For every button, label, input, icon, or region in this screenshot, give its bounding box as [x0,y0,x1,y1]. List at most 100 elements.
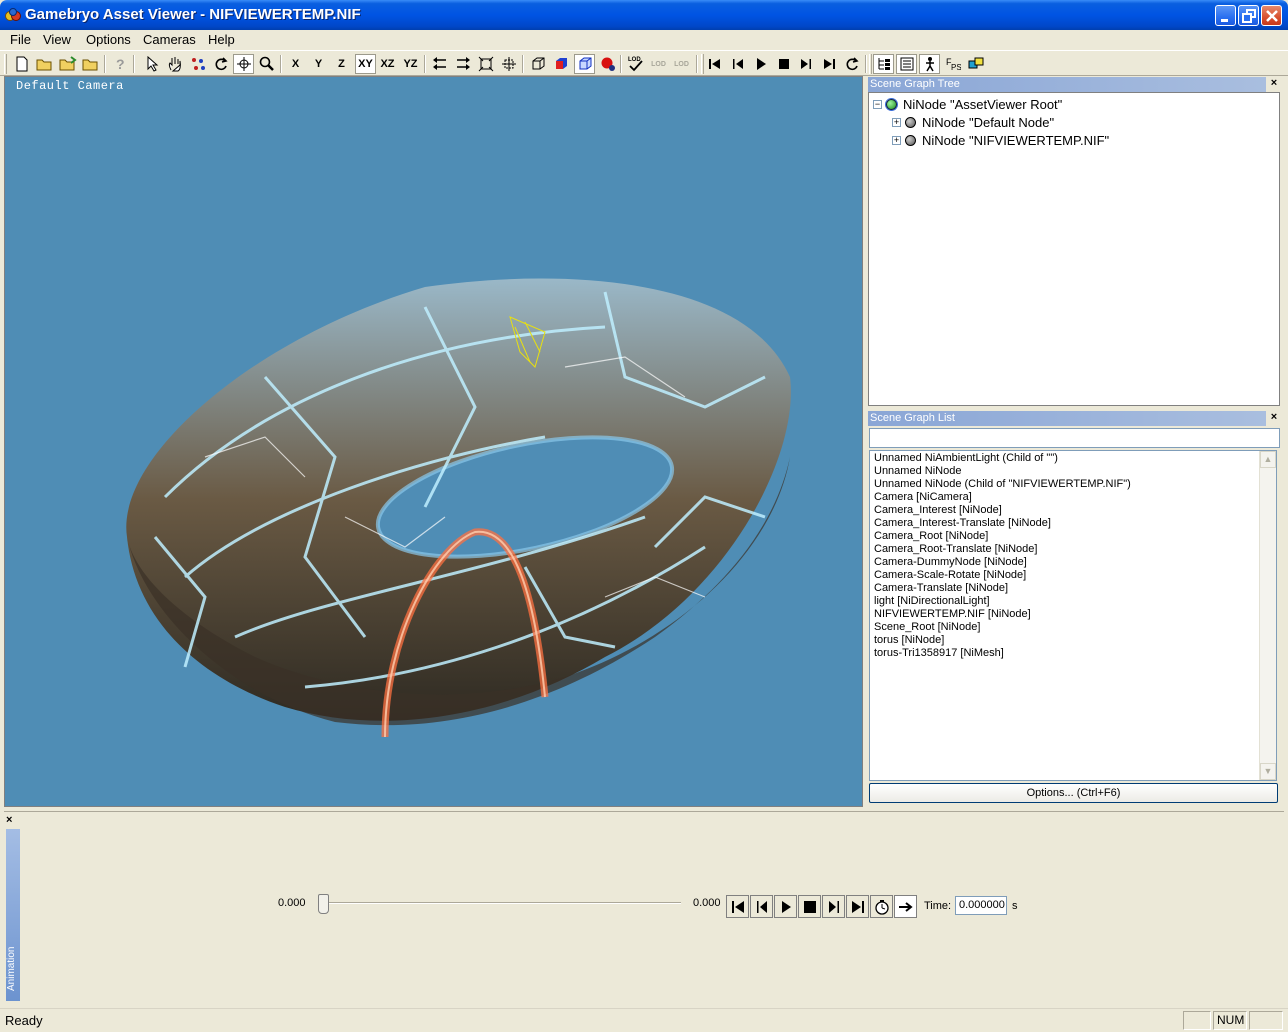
scene-list-toggle-button[interactable] [896,54,917,74]
menu-options[interactable]: Options [86,32,131,47]
title-bar[interactable]: Gamebryo Asset Viewer - NIFVIEWERTEMP.NI… [0,0,1288,30]
menu-file[interactable]: File [10,32,31,47]
wireframe-button[interactable] [527,54,548,74]
anim-last-frame-button[interactable] [846,895,869,918]
open-merge-button[interactable] [57,54,78,74]
rotate-tool-button[interactable] [210,54,231,74]
anim-stop-button[interactable] [798,895,821,918]
scene-tree-toggle-button[interactable] [873,54,894,74]
menu-view[interactable]: View [43,32,71,47]
list-scrollbar[interactable]: ▲ ▼ [1259,451,1276,780]
next-camera-button[interactable] [452,54,473,74]
scene-graph-list-close-button[interactable]: × [1267,411,1281,425]
anim-sync-button[interactable] [894,895,917,918]
scene-graph-tree-close-button[interactable]: × [1267,77,1281,91]
toolbar-grip[interactable] [869,54,872,74]
anim-first-frame-button[interactable] [726,895,749,918]
list-item[interactable]: Camera [NiCamera] [874,491,972,504]
translate-tool-button[interactable] [233,54,254,74]
list-item[interactable]: Camera-Translate [NiNode] [874,582,1008,595]
pan-tool-button[interactable] [164,54,185,74]
anim-prev-frame-button[interactable] [750,895,773,918]
help-button[interactable]: ? [109,54,130,74]
menu-help[interactable]: Help [208,32,235,47]
expand-icon[interactable]: + [892,136,901,145]
go-start-button[interactable] [704,54,725,74]
solid-shading-button[interactable] [550,54,571,74]
list-item[interactable]: torus [NiNode] [874,634,944,647]
minimize-button[interactable] [1215,5,1236,26]
list-item[interactable]: Camera_Interest-Translate [NiNode] [874,517,1051,530]
axis-z-button[interactable]: Z [331,54,352,74]
zoom-tool-button[interactable] [256,54,277,74]
bounding-box-button[interactable] [574,54,595,74]
list-item[interactable]: Unnamed NiAmbientLight (Child of "") [874,452,1058,465]
list-item[interactable]: Camera_Root [NiNode] [874,530,988,543]
lod-auto-button[interactable]: LOD [625,54,646,74]
anim-next-frame-button[interactable] [822,895,845,918]
list-item[interactable]: Scene_Root [NiNode] [874,621,980,634]
open-file-button[interactable] [34,54,55,74]
lighting-button[interactable] [597,54,618,74]
list-item[interactable]: Unnamed NiNode [874,465,961,478]
loop-button[interactable] [841,54,862,74]
step-back-button[interactable] [727,54,748,74]
tree-node-root[interactable]: − NiNode "AssetViewer Root" [873,97,1062,112]
scene-list-filter-input[interactable] [869,428,1280,448]
settings-button[interactable] [965,54,986,74]
list-item[interactable]: Camera-Scale-Rotate [NiNode] [874,569,1026,582]
fps-button[interactable]: F PS [942,54,963,74]
new-file-button[interactable] [11,54,32,74]
maximize-button[interactable] [1238,5,1259,26]
prev-camera-button[interactable] [429,54,450,74]
app-icon[interactable] [5,7,21,23]
scene-graph-list[interactable]: Unnamed NiAmbientLight (Child of "") Unn… [869,450,1277,781]
list-item[interactable]: Unnamed NiNode (Child of "NIFVIEWERTEMP.… [874,478,1131,491]
list-item[interactable]: NIFVIEWERTEMP.NIF [NiNode] [874,608,1031,621]
render-viewport[interactable]: Default Camera [4,76,863,807]
options-button[interactable]: Options... (Ctrl+F6) [869,783,1278,803]
play-button[interactable] [750,54,771,74]
zoom-extents-button[interactable] [475,54,496,74]
plane-xz-button[interactable]: XZ [377,54,398,74]
scroll-up-icon[interactable]: ▲ [1260,451,1276,468]
lod-increase-button[interactable]: LOD [648,54,669,74]
tree-node-default[interactable]: + NiNode "Default Node" [892,115,1054,130]
animation-panel-tab[interactable]: Animation [6,829,20,1001]
plane-xy-button[interactable]: XY [355,54,376,74]
tree-node-nif[interactable]: + NiNode "NIFVIEWERTEMP.NIF" [892,133,1109,148]
svg-text:LOD: LOD [628,57,641,63]
select-tool-button[interactable] [141,54,162,74]
anim-realtime-button[interactable] [870,895,893,918]
expand-icon[interactable]: + [892,118,901,127]
collapse-icon[interactable]: − [873,100,882,109]
scene-graph-tree[interactable]: − NiNode "AssetViewer Root" + NiNode "De… [868,92,1280,406]
select-points-button[interactable] [187,54,208,74]
toolbar-grip[interactable] [4,54,7,74]
animation-toggle-button[interactable] [919,54,940,74]
time-input[interactable]: 0.000000 [955,896,1007,915]
scroll-down-icon[interactable]: ▼ [1260,763,1276,780]
close-button[interactable] [1261,5,1282,26]
lod-decrease-button[interactable]: LOD [671,54,692,74]
menu-cameras[interactable]: Cameras [143,32,196,47]
axis-x-button[interactable]: X [285,54,306,74]
list-item[interactable]: torus-Tri1358917 [NiMesh] [874,647,1004,660]
axis-y-button[interactable]: Y [308,54,329,74]
list-item[interactable]: Camera-DummyNode [NiNode] [874,556,1027,569]
animation-timeline-thumb[interactable] [318,894,329,914]
list-item[interactable]: light [NiDirectionalLight] [874,595,990,608]
go-end-button[interactable] [818,54,839,74]
open-folder-icon [82,59,97,71]
zoom-all-button[interactable] [498,54,519,74]
stop-button[interactable] [773,54,794,74]
skip-to-end-icon [823,59,835,69]
animation-close-button[interactable]: × [6,814,12,826]
plane-yz-button[interactable]: YZ [400,54,421,74]
open-recent-button[interactable] [80,54,101,74]
anim-play-button[interactable] [774,895,797,918]
list-item[interactable]: Camera_Root-Translate [NiNode] [874,543,1037,556]
animation-timeline-track[interactable] [323,902,681,904]
step-forward-button[interactable] [795,54,816,74]
list-item[interactable]: Camera_Interest [NiNode] [874,504,1002,517]
